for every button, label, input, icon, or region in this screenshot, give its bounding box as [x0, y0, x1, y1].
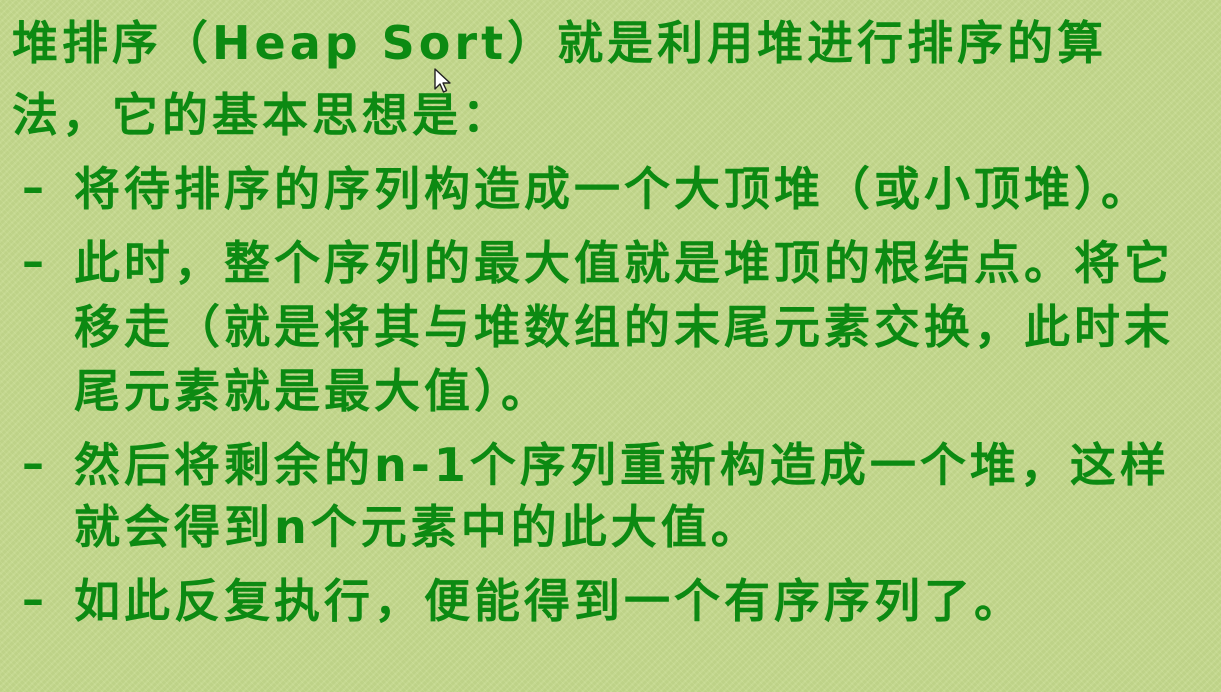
bullet-marker: – — [22, 162, 44, 213]
bullet-marker: – — [22, 236, 44, 287]
bullet-4-line-1: 如此反复执行，便能得到一个有序序列了。 — [74, 574, 1024, 628]
bullet-2-line-1: 此时，整个序列的最大值就是堆顶的根结点。将它 — [74, 236, 1174, 290]
bullet-2-line-2: 移走（就是将其与堆数组的末尾元素交换，此时末 — [74, 300, 1174, 354]
bullet-2-line-3: 尾元素就是最大值）。 — [74, 364, 551, 418]
bullet-1-line-1: 将待排序的序列构造成一个大顶堆（或小顶堆）。 — [74, 162, 1151, 216]
bullet-3-line-2: 就会得到n个元素中的此大值。 — [74, 500, 761, 554]
intro-line-1: 堆排序（Heap Sort）就是利用堆进行排序的算 — [12, 16, 1108, 70]
mouse-pointer-icon — [434, 68, 451, 93]
bullet-3-line-1: 然后将剩余的n-1个序列重新构造成一个堆，这样 — [74, 438, 1170, 492]
intro-line-2: 法，它的基本思想是： — [12, 88, 512, 142]
bullet-marker: – — [22, 574, 44, 625]
slide-canvas: 堆排序（Heap Sort）就是利用堆进行排序的算 法，它的基本思想是： – 将… — [0, 0, 1221, 692]
bullet-marker: – — [22, 438, 44, 489]
